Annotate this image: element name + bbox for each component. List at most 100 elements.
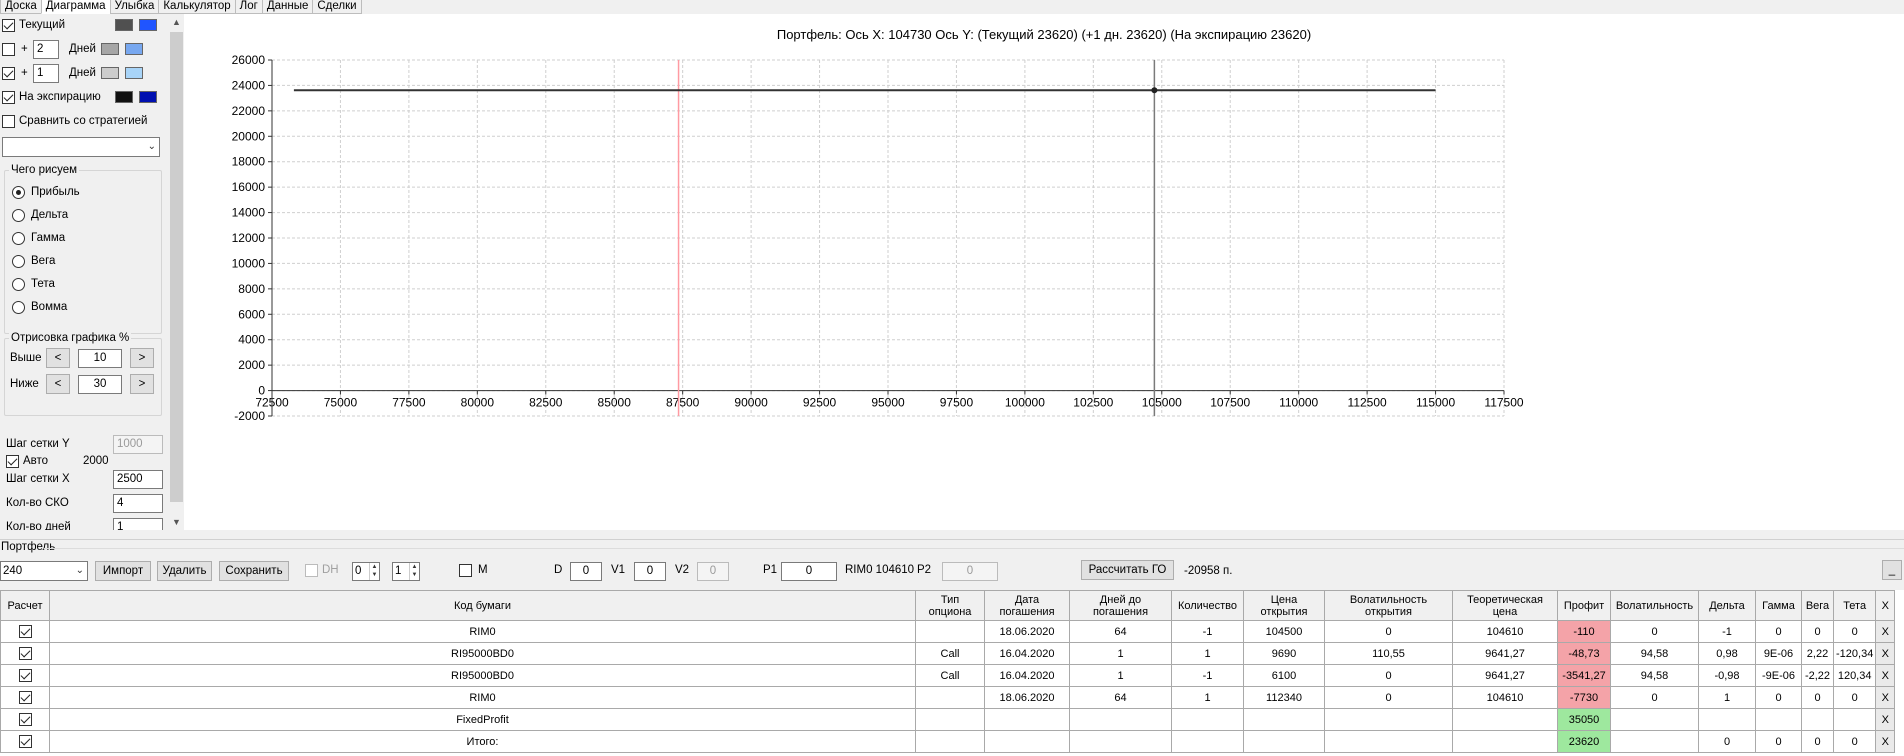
cell-remove[interactable]: X — [1875, 686, 1896, 709]
dh-checkbox[interactable] — [305, 564, 318, 577]
calculate-go-button[interactable]: Рассчитать ГО — [1081, 560, 1174, 580]
above-input[interactable]: 10 — [78, 348, 122, 368]
radio-delta[interactable] — [12, 208, 25, 222]
plus-days-2-input[interactable]: 1 — [33, 63, 59, 83]
col-header-code[interactable]: Код бумаги — [49, 590, 916, 621]
col-header-volatility[interactable]: Волатильность — [1610, 590, 1699, 621]
plus-days-1-input[interactable]: 2 — [33, 39, 59, 59]
col-header-calc[interactable]: Расчет — [0, 590, 50, 621]
below-increase-button[interactable]: > — [130, 374, 154, 394]
col-header-option-type[interactable]: Тип опциона — [915, 590, 985, 621]
dh-spin-1[interactable]: 0 ▲ ▼ — [352, 562, 380, 581]
plus-days-1-checkbox[interactable] — [2, 42, 15, 56]
tab-smile[interactable]: Улыбка — [109, 0, 160, 14]
table-row[interactable]: FixedProfit 35050 X — [0, 708, 1896, 731]
plus1-color-b[interactable] — [125, 43, 143, 55]
spin-arrows-icon[interactable]: ▲ ▼ — [369, 563, 379, 580]
radio-profit[interactable] — [12, 185, 25, 199]
d-input[interactable]: 0 — [570, 562, 602, 581]
col-header-delta[interactable]: Дельта — [1698, 590, 1756, 621]
col-header-open-price[interactable]: Цена открытия — [1243, 590, 1325, 621]
cell-calc[interactable] — [0, 620, 50, 643]
delete-button[interactable]: Удалить — [157, 561, 212, 581]
cell-calc[interactable] — [0, 686, 50, 709]
compare-strategy-checkbox[interactable] — [2, 114, 15, 128]
scrollbar-thumb[interactable] — [170, 32, 183, 502]
scroll-down-icon[interactable]: ▼ — [169, 514, 184, 530]
col-header-theoretical-price[interactable]: Теоретическая цена — [1452, 590, 1558, 621]
expiry-color-a[interactable] — [115, 91, 133, 103]
below-decrease-button[interactable]: < — [46, 374, 70, 394]
tab-board[interactable]: Доска — [0, 0, 42, 14]
spin-arrows-icon[interactable]: ▲ ▼ — [409, 563, 419, 580]
plus-days-2-checkbox[interactable] — [2, 66, 15, 80]
radio-theta[interactable] — [12, 277, 25, 291]
above-increase-button[interactable]: > — [130, 348, 154, 368]
col-header-theta[interactable]: Тета — [1832, 590, 1877, 621]
dh-spin-2[interactable]: 1 ▲ ▼ — [392, 562, 420, 581]
cell-remove[interactable]: X — [1875, 730, 1896, 753]
strategy-select[interactable]: ⌄ — [2, 137, 160, 157]
col-header-maturity-date[interactable]: Дата погашения — [984, 590, 1070, 621]
p1-input[interactable]: 0 — [781, 562, 837, 581]
table-row[interactable]: RIM0 18.06.2020 64 -1 104500 0 104610 -110 0 -1 0 0… — [0, 620, 1896, 643]
tab-data[interactable]: Данные — [261, 0, 314, 14]
current-checkbox[interactable] — [2, 18, 15, 32]
cell-calc[interactable] — [0, 664, 50, 687]
auto-checkbox[interactable] — [6, 454, 19, 468]
col-header-quantity[interactable]: Количество — [1171, 590, 1244, 621]
calc-checkbox[interactable] — [18, 669, 32, 682]
m-checkbox[interactable] — [459, 564, 472, 577]
expiry-color-b[interactable] — [139, 91, 157, 103]
settings-scrollbar[interactable]: ▲ ▼ — [169, 14, 184, 530]
col-header-open-volatility[interactable]: Волатильность открытия — [1324, 590, 1453, 621]
v2-input[interactable]: 0 — [697, 562, 729, 581]
v1-input[interactable]: 0 — [634, 562, 666, 581]
cell-calc[interactable] — [0, 642, 50, 665]
cell-remove[interactable]: X — [1875, 708, 1896, 731]
table-row[interactable]: RIM0 18.06.2020 64 1 112340 0 104610 -7730 0 1 0 0 0… — [0, 686, 1896, 709]
grid-y-input[interactable]: 1000 — [113, 434, 163, 454]
plus2-color-a[interactable] — [101, 67, 119, 79]
cell-remove[interactable]: X — [1875, 620, 1896, 643]
plus2-color-b[interactable] — [125, 67, 143, 79]
portfolio-select[interactable]: 240 ⌄ — [0, 561, 88, 581]
radio-gamma[interactable] — [12, 231, 25, 245]
cell-remove[interactable]: X — [1875, 664, 1896, 687]
tab-diagram[interactable]: Диаграмма — [40, 0, 111, 14]
plus1-color-a[interactable] — [101, 43, 119, 55]
tab-log[interactable]: Лог — [234, 0, 263, 14]
p2-input[interactable]: 0 — [942, 562, 998, 581]
grid-x-input[interactable]: 2500 — [113, 469, 163, 489]
radio-vomma[interactable] — [12, 300, 25, 314]
col-header-days-to-maturity[interactable]: Дней до погашения — [1069, 590, 1172, 621]
minimize-button[interactable]: _ — [1882, 560, 1902, 580]
table-row[interactable]: Итого: 23620 0 0 0 0 X — [0, 730, 1896, 753]
col-header-vega[interactable]: Вега — [1801, 590, 1834, 621]
tab-calculator[interactable]: Калькулятор — [158, 0, 236, 14]
expiry-checkbox[interactable] — [2, 90, 15, 104]
sko-count-input[interactable]: 4 — [113, 493, 163, 513]
calc-checkbox[interactable] — [18, 735, 32, 748]
import-button[interactable]: Импорт — [95, 561, 151, 581]
col-header-gamma[interactable]: Гамма — [1755, 590, 1802, 621]
table-row[interactable]: RI95000BD0 Call 16.04.2020 1 -1 6100 0 9641,27-… — [0, 664, 1896, 687]
days-count-input[interactable]: 1 — [113, 517, 163, 530]
radio-vega[interactable] — [12, 254, 25, 268]
save-button[interactable]: Сохранить — [219, 561, 289, 581]
col-header-remove[interactable]: X — [1875, 590, 1896, 621]
calc-checkbox[interactable] — [18, 691, 32, 704]
scroll-up-icon[interactable]: ▲ — [169, 14, 184, 30]
tab-deals[interactable]: Сделки — [312, 0, 362, 14]
above-decrease-button[interactable]: < — [46, 348, 70, 368]
calc-checkbox[interactable] — [18, 713, 32, 726]
current-color-a[interactable] — [115, 19, 133, 31]
current-color-b[interactable] — [139, 19, 157, 31]
col-header-profit[interactable]: Профит — [1557, 590, 1611, 621]
cell-calc[interactable] — [0, 730, 50, 753]
cell-remove[interactable]: X — [1875, 642, 1896, 665]
calc-checkbox[interactable] — [18, 647, 32, 660]
panel-splitter[interactable] — [0, 530, 1904, 540]
cell-calc[interactable] — [0, 708, 50, 731]
below-input[interactable]: 30 — [78, 374, 122, 394]
